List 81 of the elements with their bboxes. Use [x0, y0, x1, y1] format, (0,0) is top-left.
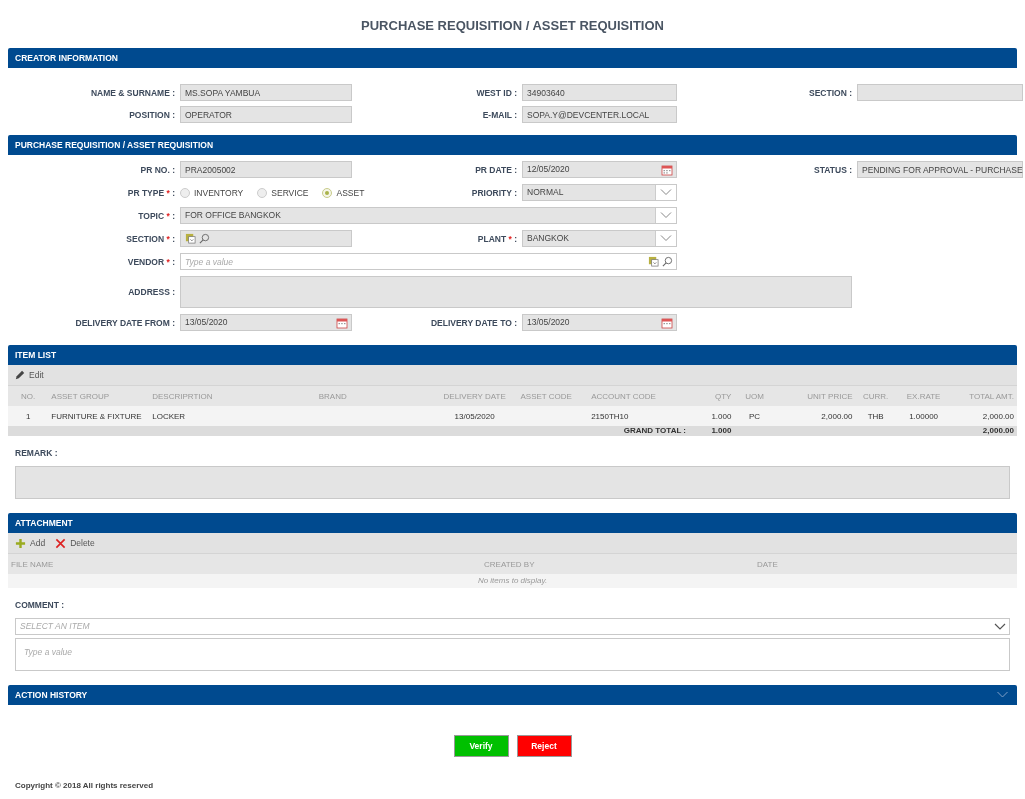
section-title: ACTION HISTORY — [15, 689, 88, 702]
calendar-icon[interactable] — [661, 316, 673, 329]
date-field[interactable]: 12/05/2020 — [522, 161, 677, 178]
field-label: DELIVERY DATE TO : — [429, 317, 517, 328]
copyright-text: Copyright © 2018 All rights reserved — [14, 781, 155, 790]
field-label: SECTION * : — [125, 233, 175, 244]
section-header: ATTACHMENT — [8, 513, 1017, 533]
input-field[interactable]: PENDING FOR APPROVAL - PURCHASE — [857, 161, 1023, 178]
lookup-field[interactable]: Type a value — [180, 253, 677, 270]
browse-icon[interactable] — [185, 233, 196, 244]
chevron-icon[interactable] — [996, 691, 1009, 699]
date-field[interactable]: 13/05/2020 — [522, 314, 677, 331]
section-header: PURCHASE REQUISITION / ASSET REQUISITION — [8, 135, 1017, 155]
input-field[interactable]: OPERATOR — [180, 106, 352, 123]
table-cell: 1 — [25, 411, 31, 421]
chevron-icon — [655, 208, 676, 223]
table-cell: FURNITURE & FIXTURE — [51, 411, 142, 421]
dropdown[interactable]: FOR OFFICE BANGKOK — [180, 207, 677, 224]
field-label: PR NO. : — [139, 164, 175, 175]
input-field[interactable]: SOPA.Y@DEVCENTER.LOCAL — [522, 106, 677, 123]
table-cell: LOCKER — [152, 411, 186, 421]
input-field[interactable]: 34903640 — [522, 84, 677, 101]
reject-button[interactable]: Reject — [516, 735, 572, 757]
field-label: DELIVERY DATE FROM : — [74, 317, 175, 328]
table-cell: 1.00000 — [909, 411, 939, 421]
search-icon[interactable] — [662, 256, 673, 267]
table-cell: 13/05/2020 — [454, 411, 495, 421]
field-label: PLANT * : — [476, 233, 517, 244]
field-label: PR TYPE * : — [126, 187, 175, 198]
section-header: ITEM LIST — [8, 345, 1017, 365]
calendar-icon[interactable] — [336, 316, 348, 329]
field-label: POSITION : — [128, 109, 175, 120]
chevron-icon — [994, 622, 1006, 631]
calendar-icon[interactable] — [661, 163, 673, 176]
chevron-icon — [655, 185, 676, 200]
field-label: PR DATE : — [474, 164, 517, 175]
field-label: COMMENT : — [15, 600, 66, 610]
add-button[interactable]: Add — [13, 535, 48, 551]
field-label: REMARK : — [15, 448, 59, 458]
radio-option[interactable]: SERVICE — [257, 187, 309, 198]
table-cell: 2150TH10 — [591, 411, 629, 421]
pencil-icon — [15, 370, 25, 380]
field-label: WEST ID : — [475, 87, 517, 98]
table-cell: PC — [749, 411, 761, 421]
table-cell: 2,000.00 — [982, 411, 1014, 421]
delete-button[interactable]: Delete — [53, 535, 97, 551]
field-label: STATUS : — [813, 164, 852, 175]
empty-message: No items to display. — [477, 576, 548, 585]
field-label: VENDOR * : — [126, 256, 175, 267]
search-icon[interactable] — [199, 233, 210, 244]
input-field[interactable] — [857, 84, 1023, 101]
dropdown[interactable]: NORMAL — [522, 184, 677, 201]
date-field[interactable]: 13/05/2020 — [180, 314, 352, 331]
section-header: CREATOR INFORMATION — [8, 48, 1017, 68]
field-label: NAME & SURNAME : — [89, 87, 175, 98]
section-header[interactable]: ACTION HISTORY — [8, 685, 1017, 705]
field-label: E-MAIL : — [481, 109, 517, 120]
remark-field[interactable] — [15, 466, 1010, 499]
field-label: SECTION : — [808, 87, 852, 98]
input-field[interactable]: PRA2005002 — [180, 161, 352, 178]
field-label: ADDRESS : — [127, 287, 175, 297]
lookup-field[interactable] — [180, 230, 352, 247]
field-label: TOPIC * : — [137, 210, 175, 221]
plus-icon — [15, 537, 26, 549]
dropdown[interactable]: BANGKOK — [522, 230, 677, 247]
table-cell: 2,000.00 — [821, 411, 853, 421]
address-field[interactable] — [180, 276, 852, 308]
radio-option[interactable]: ASSET — [322, 187, 365, 198]
total-amount: 2,000.00 — [982, 426, 1014, 435]
total-label: GRAND TOTAL : — [623, 426, 687, 435]
input-field[interactable]: MS.SOPA YAMBUA — [180, 84, 352, 101]
vendor-input[interactable]: Type a value — [181, 254, 648, 269]
table-cell: THB — [867, 411, 884, 421]
table-cell: 1.000 — [711, 411, 732, 421]
browse-icon[interactable] — [648, 256, 659, 267]
edit-button[interactable]: Edit — [13, 368, 46, 382]
total-qty: 1.000 — [711, 426, 732, 435]
cross-icon — [55, 537, 67, 549]
radio-option[interactable]: INVENTORY — [180, 187, 244, 198]
page-title: PURCHASE REQUISITION / ASSET REQUISITION — [360, 17, 665, 35]
chevron-icon — [655, 231, 676, 246]
